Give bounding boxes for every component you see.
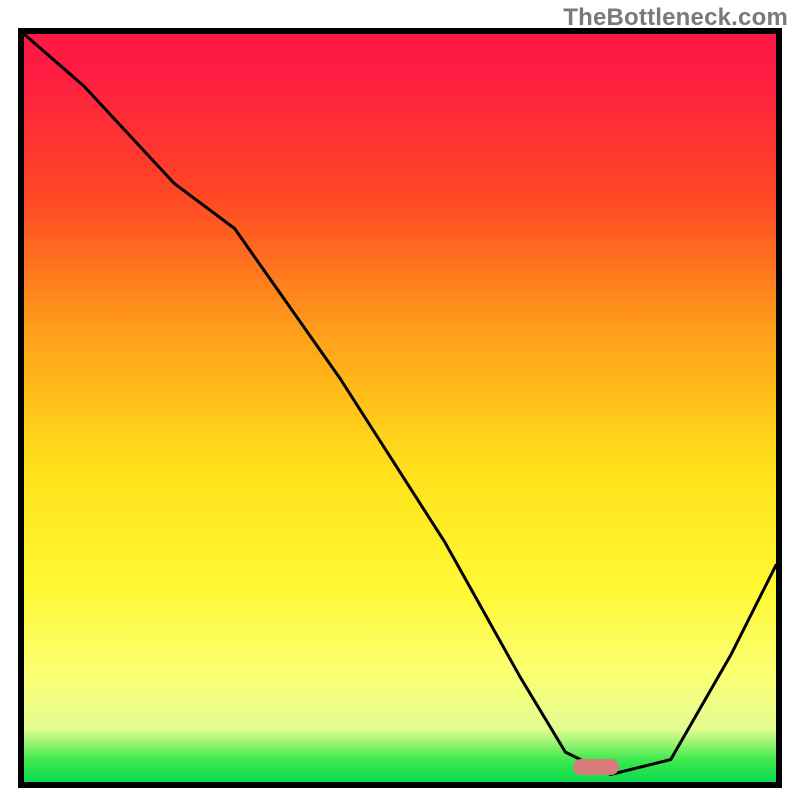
plot-area <box>18 28 782 788</box>
optimum-marker <box>573 759 619 775</box>
watermark-text: TheBottleneck.com <box>563 4 788 32</box>
bottleneck-curve <box>24 34 776 782</box>
chart-container: TheBottleneck.com <box>0 0 800 800</box>
